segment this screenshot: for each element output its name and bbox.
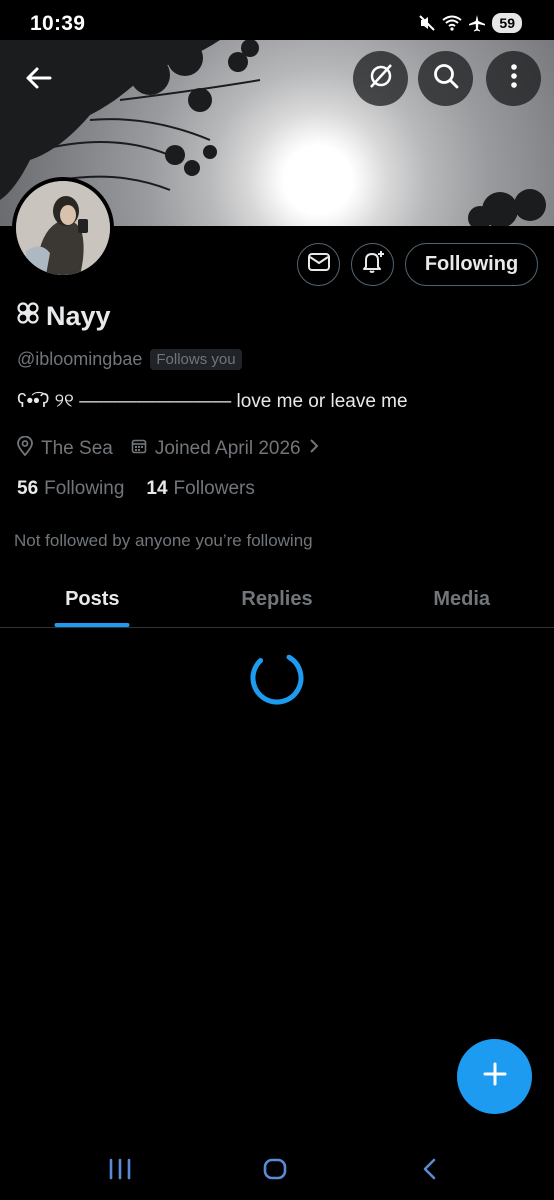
notify-button[interactable] <box>351 243 394 286</box>
display-name-text: Nayy <box>46 301 111 331</box>
status-time: 10:39 <box>30 12 86 35</box>
mutual-followers-note: Not followed by anyone you’re following <box>14 531 313 550</box>
follows-you-badge: Follows you <box>150 349 242 370</box>
plus-icon <box>482 1061 508 1092</box>
location-pin-icon <box>17 435 33 462</box>
bio: ʕ•͡•ʔ ୨୧ ———————— love me or leave me <box>17 391 408 412</box>
followers-count: 14 <box>146 478 168 499</box>
recent-apps-button[interactable] <box>108 1158 132 1185</box>
bell-plus-icon <box>360 249 386 280</box>
system-back-button[interactable] <box>422 1158 438 1185</box>
profile-tabs: Posts Replies Media <box>0 572 554 628</box>
follow-counts: 56 Following 14 Followers <box>17 478 255 500</box>
status-icons: 59 <box>418 13 522 33</box>
loading-spinner-icon <box>249 650 305 711</box>
flower-icon <box>16 301 40 332</box>
tab-replies[interactable]: Replies <box>185 572 370 627</box>
airplane-icon <box>468 14 486 32</box>
display-name: Nayy <box>16 301 111 332</box>
tab-media[interactable]: Media <box>369 572 554 627</box>
search-icon <box>432 62 460 95</box>
location-text: The Sea <box>41 438 113 459</box>
mute-icon <box>418 14 436 32</box>
following-label: Following <box>44 478 125 499</box>
handle-row: @ibloomingbae Follows you <box>17 349 242 370</box>
message-button[interactable] <box>297 243 340 286</box>
following-button[interactable]: Following <box>405 243 538 286</box>
followers-count-link[interactable]: 14 Followers <box>146 478 254 500</box>
joined-date[interactable]: Joined April 2026 <box>131 438 319 460</box>
location: The Sea <box>17 435 113 462</box>
more-button[interactable] <box>486 51 541 106</box>
calendar-icon <box>131 438 147 460</box>
back-button[interactable] <box>18 60 58 100</box>
envelope-icon <box>307 252 331 277</box>
home-button[interactable] <box>263 1158 287 1185</box>
more-icon <box>510 63 518 94</box>
grok-button[interactable] <box>353 51 408 106</box>
wifi-icon <box>442 15 463 31</box>
status-bar: 10:39 59 <box>0 0 554 44</box>
battery-icon: 59 <box>492 13 522 33</box>
avatar[interactable] <box>12 177 114 279</box>
search-button[interactable] <box>418 51 473 106</box>
chevron-right-icon <box>309 438 319 460</box>
tab-posts[interactable]: Posts <box>0 572 185 627</box>
profile-meta: The Sea Joined April 2026 <box>17 435 337 462</box>
grok-icon <box>367 62 395 95</box>
followers-label: Followers <box>173 478 255 499</box>
following-count-link[interactable]: 56 Following <box>17 478 124 500</box>
compose-button[interactable] <box>457 1039 532 1114</box>
handle: @ibloomingbae <box>17 349 143 369</box>
following-count: 56 <box>17 478 39 499</box>
system-nav-bar <box>0 1140 554 1200</box>
back-arrow-icon <box>24 66 52 95</box>
joined-text: Joined April 2026 <box>154 438 301 459</box>
